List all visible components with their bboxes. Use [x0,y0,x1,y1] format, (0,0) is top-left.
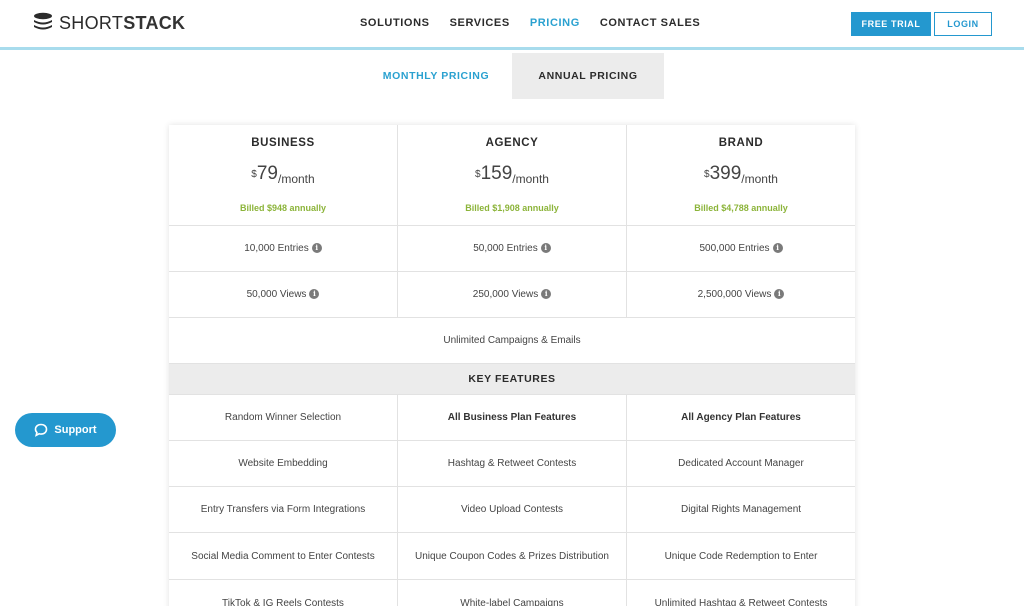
views-row: 50,000 Views i 250,000 Views i 2,500,000 V… [169,272,855,318]
plan-price: $ 159 /month [475,162,549,188]
feature-cell: Unique Code Redemption to Enter [664,550,818,562]
feature-cell: Video Upload Contests [398,487,627,532]
price-period: /month [741,171,778,186]
plan-business: BUSINESS $ 79 /month Billed $948 annuall… [169,125,398,225]
views-cell: 250,000 Views i [398,272,627,317]
top-header: SHORTSTACK SOLUTIONS SERVICES PRICING CO… [0,0,1024,50]
feature-row: TikTok & IG Reels Contests White-label C… [169,580,855,606]
entries-cell: 500,000 Entries i [627,226,855,271]
info-icon[interactable]: i [541,289,552,300]
price-amount: 159 [480,162,513,184]
nav-services[interactable]: SERVICES [450,17,510,29]
nav-solutions[interactable]: SOLUTIONS [360,17,430,29]
feature-cell: White-label Campaigns [398,580,627,606]
feature-cell: Entry Transfers via Form Integrations [169,487,398,532]
shortstack-logo[interactable]: SHORTSTACK [33,12,185,34]
plan-agency: AGENCY $ 159 /month Billed $1,908 annual… [398,125,627,225]
feature-row: Website Embedding Hashtag & Retweet Cont… [169,441,855,487]
info-icon[interactable]: i [772,243,783,254]
free-trial-button[interactable]: FREE TRIAL [851,12,931,36]
entries-cell: 50,000 Entries i [398,226,627,271]
login-button[interactable]: LOGIN [934,12,992,36]
price-period: /month [512,171,549,186]
support-label: Support [54,424,97,436]
feature-row: Social Media Comment to Enter Contests U… [169,533,855,580]
feature-cell: Unlimited Hashtag & Retweet Contests [654,598,828,606]
entries-text: 500,000 Entries [699,243,770,254]
info-icon[interactable]: i [540,243,551,254]
feature-cell: Website Embedding [169,441,398,486]
info-icon[interactable]: i [774,289,785,300]
nav-contact-sales[interactable]: CONTACT SALES [600,17,700,29]
feature-cell: All Agency Plan Features [681,412,801,423]
feature-cell: Digital Rights Management [680,504,802,515]
entries-text: 50,000 Entries [473,243,538,254]
price-amount: 79 [256,162,278,184]
nav-pricing[interactable]: PRICING [530,17,580,29]
plan-price: $ 79 /month [251,162,315,188]
entries-cell: 10,000 Entries i [169,226,398,271]
support-button[interactable]: Support [15,413,116,447]
plan-price: $ 399 /month [704,162,778,188]
feature-cell: Unique Coupon Codes & Prizes Distributio… [398,533,627,579]
main-nav: SOLUTIONS SERVICES PRICING CONTACT SALES [360,17,720,29]
plan-brand: BRAND $ 399 /month Billed $4,788 annuall… [627,125,855,225]
plan-name: BUSINESS [251,136,315,149]
logo-stack-icon [34,12,52,30]
key-features-header: KEY FEATURES [169,364,855,395]
feature-cell: Hashtag & Retweet Contests [398,441,627,486]
price-amount: 399 [709,162,742,184]
info-icon[interactable]: i [309,289,320,300]
tab-monthly-pricing[interactable]: MONTHLY PRICING [360,53,512,99]
feature-cell: Social Media Comment to Enter Contests [169,533,398,579]
feature-row: Entry Transfers via Form Integrations Vi… [169,487,855,533]
billed-annually: Billed $948 annually [239,202,327,213]
billed-annually: Billed $4,788 annually [694,202,788,213]
billed-annually: Billed $1,908 annually [465,202,559,213]
entries-row: 10,000 Entries i 50,000 Entries i 500,000 … [169,226,855,272]
plan-name: BRAND [718,136,764,149]
price-period: /month [278,171,315,186]
feature-row: Random Winner Selection All Business Pla… [169,395,855,441]
plan-header-row: BUSINESS $ 79 /month Billed $948 annuall… [169,125,855,226]
views-text: 50,000 Views [246,289,307,300]
feature-cell: Dedicated Account Manager [678,458,804,469]
feature-cell: Random Winner Selection [169,395,398,440]
chat-bubble-icon [35,423,48,437]
unlimited-campaigns-row: Unlimited Campaigns & Emails [169,318,855,364]
tab-annual-pricing[interactable]: ANNUAL PRICING [512,53,664,99]
entries-text: 10,000 Entries [244,243,309,254]
feature-cell: TikTok & IG Reels Contests [169,580,398,606]
views-cell: 50,000 Views i [169,272,398,317]
views-text: 250,000 Views [472,289,539,300]
views-text: 2,500,000 Views [697,289,772,300]
pricing-table: BUSINESS $ 79 /month Billed $948 annuall… [169,125,855,606]
feature-cell: All Business Plan Features [398,395,627,440]
info-icon[interactable]: i [311,243,322,254]
logo-text-stack: STACK [123,12,186,33]
plan-name: AGENCY [485,136,539,149]
views-cell: 2,500,000 Views i [627,272,855,317]
logo-text-short: SHORT [59,12,124,33]
